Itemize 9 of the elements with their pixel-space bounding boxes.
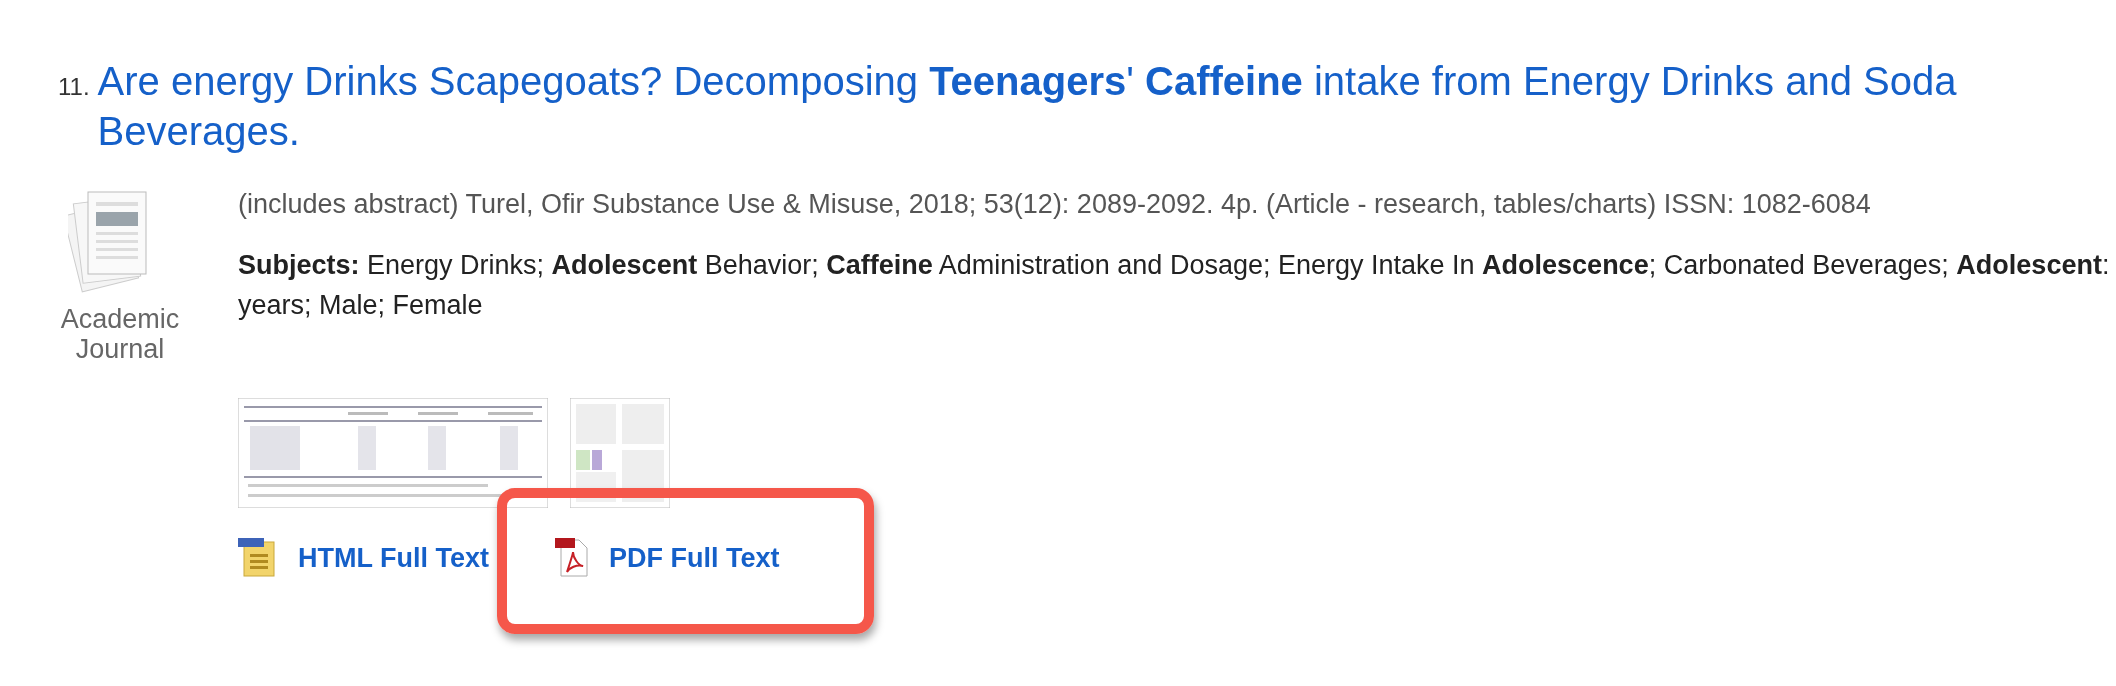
file-icon[interactable] [238, 538, 278, 578]
document-type-label: Academic Journal [59, 304, 181, 364]
full-text-link[interactable]: HTML Full Text [298, 542, 489, 574]
full-text-link[interactable]: PDF Full Text [609, 542, 780, 574]
citation-text: (includes abstract) Turel, Ofir Substance Use & Misuse, 2018; 53(12): 2089-2092. 4p. (Article - research, tables/charts) ISSN: 1082-6084 [238, 188, 1872, 221]
file-icon[interactable] [555, 538, 589, 578]
subjects-text: Subjects: Energy Drinks; Adolescent Behavior; Caffeine Administration and Dosage; Energy Intake In Adolescence; Carbonated Beverages; Adolescent: years; Male; Female [238, 249, 2111, 322]
result-number: 11. [58, 72, 90, 102]
result-title-link[interactable]: Are energy Drinks Scapegoats? Decomposing Teenagers' Caffeine intake from Energy Drinks and Soda Beverages. [97, 56, 2068, 156]
